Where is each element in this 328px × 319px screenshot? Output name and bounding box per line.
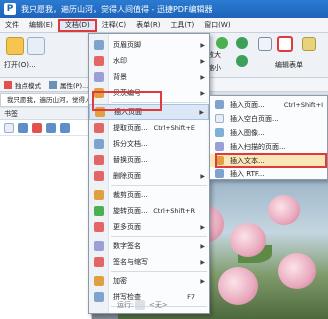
open-folder-icon[interactable] [6,37,24,55]
delete-page-icon [94,171,104,181]
submenu-arrow-icon: ▶ [200,242,205,250]
menu-item-watermark[interactable]: 水印 ▶ [89,53,209,69]
form-field-icon[interactable] [302,37,316,51]
zoom-in-icon[interactable] [216,37,228,49]
menu-file[interactable]: 文件 [0,19,24,32]
menu-item-replace-page[interactable]: 替换页面... [89,152,209,168]
submenu-arrow-icon: ▶ [199,108,204,116]
submenu-arrow-icon: ▶ [200,41,205,49]
menu-item-header-footer[interactable]: 页眉页脚 ▶ [89,37,209,53]
menu-item-encrypt[interactable]: 加密 ▶ [89,273,209,289]
crop-page-icon [94,190,104,200]
digital-signature-icon [94,241,104,251]
bookmark-panel-title: 书签 [0,108,91,120]
watermark-icon [94,56,104,66]
edit-form-icon[interactable] [277,36,293,52]
insert-page-submenu: 插入页面... Ctrl+Shift+I 插入空白页面... 插入图像... 插… [209,95,328,180]
menu-form[interactable]: 表单(R) [131,19,165,32]
menu-document[interactable]: 文档(D) [57,18,97,32]
menu-window[interactable]: 窗口(W) [199,19,235,32]
submenu-item-insert-pages[interactable]: 插入页面... Ctrl+Shift+I [210,98,327,111]
insert-page-highlight-box [92,91,162,111]
document-tab[interactable]: 我只愿我，遍历山河，觉得人 [0,93,92,107]
menu-item-delete-page[interactable]: 删除页面 ▶ [89,168,209,184]
menu-item-digital-signature[interactable]: 数字签名 ▶ [89,238,209,254]
properties-label[interactable]: 属性(P)... [60,80,88,90]
menu-item-signature-initials[interactable]: 签名与缩写 ▶ [89,254,209,270]
new-document-icon[interactable] [27,37,45,55]
menu-item-extract-page[interactable]: 提取页面... Ctrl+Shift+E [89,120,209,136]
submenu-arrow-icon: ▶ [200,172,205,180]
add-bookmark-icon[interactable] [18,122,28,133]
select-mode-icon[interactable] [4,80,12,89]
extract-page-icon [94,123,104,133]
app-logo-icon: P [4,3,16,15]
submenu-arrow-icon: ▶ [200,57,205,65]
window-title: 我只愿我，遍历山河，觉得人间值得 - 迅捷PDF编辑器 [21,4,213,14]
insert-pages-icon [215,100,224,109]
edit-form-label[interactable]: 编辑表单 [275,60,303,70]
menu-item-split-document[interactable]: 拆分文档... [89,136,209,152]
submenu-arrow-icon: ▶ [200,277,205,285]
menu-comment[interactable]: 注释(C) [97,19,131,32]
submenu-item-insert-blank-page[interactable]: 插入空白页面... [210,112,327,125]
rotate-right-icon[interactable] [236,55,248,67]
background-icon [94,72,104,82]
signature-initials-icon [94,257,104,267]
insert-rtf-icon [215,169,224,178]
menu-edit[interactable]: 编辑(E) [24,19,58,32]
header-footer-icon [94,40,104,50]
menu-tools[interactable]: 工具(T) [165,19,199,32]
encrypt-icon [94,276,104,286]
submenu-arrow-icon: ▶ [200,258,205,266]
submenu-arrow-icon: ▶ [200,223,205,231]
run-action-icon [135,300,145,310]
title-bar: P 我只愿我，遍历山河，觉得人间值得 - 迅捷PDF编辑器 [0,0,328,18]
submenu-item-insert-rtf[interactable]: 插入 RTF... [210,167,327,180]
submenu-item-insert-scanned-page[interactable]: 插入扫描的页面... [210,140,327,153]
menu-item-crop-page[interactable]: 裁剪页面... [89,187,209,203]
document-menu: 页眉页脚 ▶ 水印 ▶ 背景 ▶ 贝茨编号 ▶ 插入页面 ▶ 提取页面... C… [88,33,210,314]
select-mode-label[interactable]: 独点模式 [15,80,41,90]
replace-page-icon [94,155,104,165]
insert-blank-page-icon [215,114,224,123]
menu-item-more-pages[interactable]: 更多页面 ▶ [89,219,209,235]
insert-image-icon [215,128,224,137]
menu-item-run: 运行: <无> [117,300,168,310]
delete-bookmark-icon[interactable] [32,122,42,133]
text-tool-icon[interactable] [258,37,272,51]
submenu-item-insert-image[interactable]: 插入图像... [210,126,327,139]
bookmark-options-icon[interactable] [4,122,14,133]
bookmark-down-icon[interactable] [60,122,70,133]
properties-icon[interactable] [49,80,57,89]
menu-item-rotate-page[interactable]: 旋转页面... Ctrl+Shift+R [89,203,209,219]
rotate-left-icon[interactable] [236,37,248,49]
insert-scanned-page-icon [215,142,224,151]
open-button-label[interactable]: 打开(O)... [4,60,36,70]
split-document-icon [94,139,104,149]
bookmark-up-icon[interactable] [46,122,56,133]
more-pages-icon [94,222,104,232]
rotate-page-icon [94,206,104,216]
submenu-arrow-icon: ▶ [200,89,205,97]
bookmark-tools [0,120,91,136]
menu-bar: 文件 编辑(E) 文档(D) 注释(C) 表单(R) 工具(T) 窗口(W) [0,18,328,33]
submenu-arrow-icon: ▶ [200,73,205,81]
bookmark-panel: 书签 [0,108,92,319]
insert-text-highlight-box [215,153,327,168]
menu-item-background[interactable]: 背景 ▶ [89,69,209,85]
